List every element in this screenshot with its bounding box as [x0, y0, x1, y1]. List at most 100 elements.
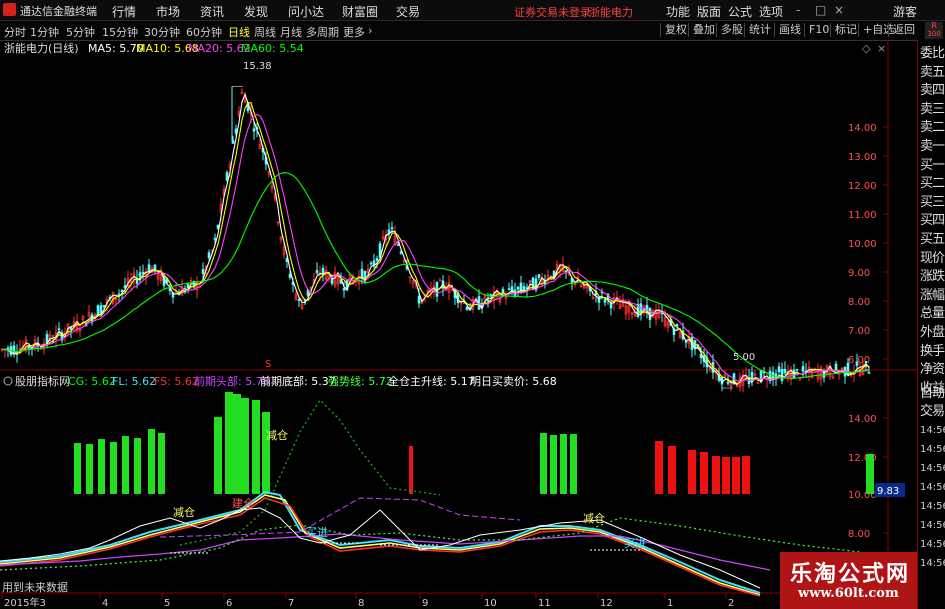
signal-bar	[732, 457, 740, 494]
current-value: 9.83	[877, 486, 899, 497]
candle-body	[369, 262, 373, 265]
menu-ask[interactable]: 问小达	[288, 3, 324, 20]
menu-function[interactable]: 功能	[666, 3, 690, 20]
annotation-reduce-3: 减仓	[583, 511, 605, 525]
side-bottom-item[interactable]: 自动	[920, 384, 945, 403]
candle-body	[57, 328, 61, 330]
side-item[interactable]: 总量	[920, 304, 945, 323]
side-item[interactable]: 买一	[920, 156, 945, 175]
back-button[interactable]: 返回	[888, 23, 919, 37]
candle-body	[783, 368, 787, 374]
settings-icon[interactable]: ◇	[862, 42, 871, 55]
more-chevron-icon[interactable]: ›	[368, 24, 372, 37]
menu-formula[interactable]: 公式	[728, 3, 752, 20]
side-item[interactable]: 卖五	[920, 63, 945, 82]
candle-body	[795, 368, 799, 371]
menu-quotes[interactable]: 行情	[112, 3, 136, 20]
x-axis-label: 7	[288, 598, 294, 609]
menu-discover[interactable]: 发现	[244, 3, 268, 20]
menu-wealth[interactable]: 财富圈	[342, 3, 378, 20]
x-axis-label: 11	[538, 598, 551, 609]
side-time: 14:56	[920, 520, 945, 531]
annotation-build: 建仓	[232, 496, 254, 510]
indicator-legend-item: 明日买卖价: 5.68	[470, 375, 557, 388]
x-axis-label: 8	[358, 598, 364, 609]
indicator-legend-item: 全仓主升线: 5.17	[388, 374, 475, 388]
draw-line-button[interactable]: 画线	[774, 23, 805, 37]
side-item[interactable]: 委比	[920, 44, 945, 63]
minimize-button[interactable]: -	[796, 3, 800, 17]
signal-bar	[233, 394, 241, 494]
close-panel-icon[interactable]: ×	[877, 42, 886, 55]
side-item[interactable]: 净资	[920, 360, 945, 379]
period-5min[interactable]: 5分钟	[66, 24, 95, 40]
guest-label[interactable]: 游客	[893, 3, 917, 20]
candle-body	[390, 227, 394, 230]
overlay-button[interactable]: 叠加	[688, 23, 719, 37]
period-60min[interactable]: 60分钟	[186, 24, 222, 40]
period-30min[interactable]: 30分钟	[144, 24, 180, 40]
main-chart-title: 浙能电力(日线)	[4, 41, 79, 55]
side-item[interactable]: 外盘	[920, 323, 945, 342]
indicator-toggle-icon[interactable]	[3, 376, 13, 386]
f10-button[interactable]: F10	[804, 23, 833, 37]
kline-chart[interactable]: 14.0013.0012.0011.0010.009.008.007.006.0…	[0, 40, 917, 609]
menu-news[interactable]: 资讯	[200, 3, 224, 20]
indicator-legend-item: FS: 5.62	[154, 375, 199, 388]
main-y-tick-label: 9.00	[848, 268, 870, 279]
side-item[interactable]: 涨幅	[920, 286, 945, 305]
period-monthly[interactable]: 月线	[280, 24, 302, 40]
signal-bar	[550, 435, 557, 494]
side-item[interactable]: 买五	[920, 230, 945, 249]
side-item[interactable]: 买三	[920, 193, 945, 212]
candle-body	[507, 288, 511, 290]
signal-bar	[262, 412, 270, 494]
side-time: 14:56	[920, 425, 945, 436]
side-item[interactable]: 卖四	[920, 81, 945, 100]
r-badge[interactable]: R 300	[925, 22, 943, 39]
signal-bar	[570, 434, 577, 494]
side-item[interactable]: 卖三	[920, 100, 945, 119]
signal-bar	[409, 446, 413, 494]
candle-body	[138, 272, 142, 277]
signal-bar	[74, 443, 81, 494]
main-y-tick-label: 10.00	[848, 239, 877, 250]
signal-bar	[712, 456, 720, 494]
side-item[interactable]: 换手	[920, 342, 945, 361]
period-multi[interactable]: 多周期	[306, 24, 339, 40]
signal-bar	[225, 392, 233, 494]
side-item[interactable]: 涨跌	[920, 267, 945, 286]
candlestick-series	[0, 86, 871, 393]
mark-button[interactable]: 标记	[830, 23, 861, 37]
annotation-buy-2: 买进	[624, 537, 646, 550]
period-daily[interactable]: 日线	[228, 24, 250, 40]
menu-layout[interactable]: 版面	[697, 3, 721, 20]
period-more[interactable]: 更多	[343, 24, 365, 40]
indicator-legend-item: CG: 5.62	[68, 375, 116, 388]
side-bottom-item[interactable]: 交易	[920, 402, 945, 421]
side-item[interactable]: 卖二	[920, 118, 945, 137]
login-notice[interactable]: 证券交易未登录	[514, 4, 591, 20]
side-item[interactable]: 现价	[920, 249, 945, 268]
menu-market[interactable]: 市场	[156, 3, 180, 20]
adjust-button[interactable]: 复权	[660, 23, 691, 37]
side-item[interactable]: 买二	[920, 174, 945, 193]
menu-trade[interactable]: 交易	[396, 3, 420, 20]
app-logo-icon	[3, 3, 16, 16]
close-button[interactable]: ×	[834, 3, 844, 17]
candle-body	[417, 295, 421, 304]
period-1min[interactable]: 1分钟	[30, 24, 59, 40]
period-weekly[interactable]: 周线	[254, 24, 276, 40]
period-tick[interactable]: 分时	[4, 24, 26, 40]
period-15min[interactable]: 15分钟	[102, 24, 138, 40]
x-axis-label: 2	[728, 598, 734, 609]
candle-body	[516, 286, 520, 290]
side-item[interactable]: 买四	[920, 211, 945, 230]
stock-notice[interactable]: 浙能电力	[589, 4, 633, 20]
side-item[interactable]: 卖一	[920, 137, 945, 156]
stats-button[interactable]: 统计	[744, 23, 775, 37]
indicator-legend: CG: 5.62FL: 5.62FS: 5.62前期头部: 5.78前期底部: …	[68, 374, 557, 388]
maximize-button[interactable]: □	[815, 3, 826, 17]
multi-stock-button[interactable]: 多股	[716, 23, 747, 37]
menu-options[interactable]: 选项	[759, 3, 783, 20]
